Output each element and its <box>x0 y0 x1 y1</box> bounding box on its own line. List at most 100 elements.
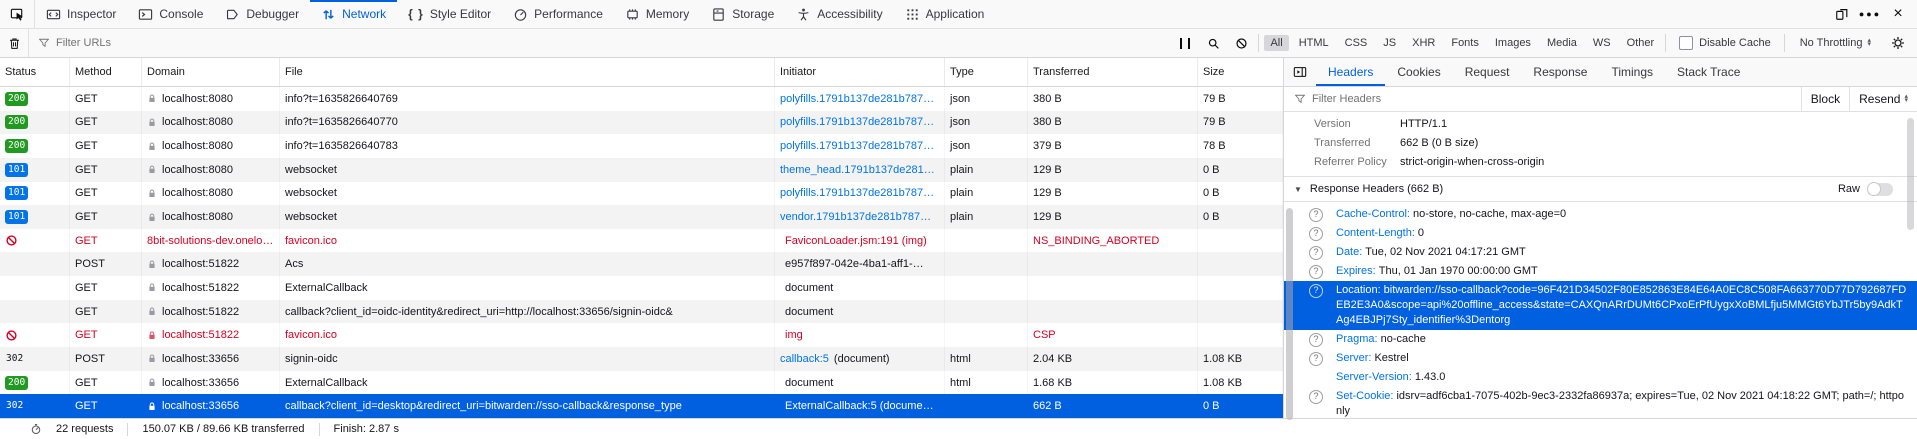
tab-accessibility[interactable]: Accessibility <box>785 0 893 28</box>
table-row[interactable]: 200 GET localhost:8080 info?t=1635826640… <box>0 134 1283 158</box>
tab-cookies[interactable]: Cookies <box>1385 58 1452 86</box>
cell-domain: 8bit-solutions-dev.onelogin… <box>142 229 280 253</box>
response-header-row[interactable]: ? Content-Length:0 <box>1284 224 1917 243</box>
tab-application[interactable]: Application <box>894 0 996 28</box>
table-row[interactable]: 200 GET localhost:8080 info?t=1635826640… <box>0 87 1283 111</box>
filter-pill-other[interactable]: Other <box>1621 35 1661 51</box>
cell-initiator: FaviconLoader.jsm:191 (img) <box>775 229 945 253</box>
tab-request[interactable]: Request <box>1453 58 1522 86</box>
filter-headers-placeholder[interactable]: Filter Headers <box>1312 93 1381 105</box>
debugger-icon <box>225 7 240 22</box>
help-icon[interactable]: ? <box>1309 246 1323 260</box>
initiator-link[interactable]: polyfills.1791b137de281b787… <box>780 116 934 128</box>
tab-console[interactable]: Console <box>127 0 214 28</box>
disable-cache-checkbox[interactable]: Disable Cache <box>1669 36 1781 50</box>
scrollbar-thumb[interactable] <box>1286 208 1293 420</box>
table-row[interactable]: 101 GET localhost:8080 websocket theme_h… <box>0 158 1283 182</box>
help-icon[interactable]: ? <box>1309 227 1323 241</box>
filter-pill-fonts[interactable]: Fonts <box>1445 35 1485 51</box>
sidebar-toggle-icon[interactable] <box>1284 58 1316 86</box>
table-row[interactable]: 302 POST localhost:33656 signin-oidc cal… <box>0 347 1283 371</box>
meatball-menu-icon[interactable]: ●●● <box>1857 1 1883 27</box>
response-header-row[interactable]: ? Server:Kestrel <box>1284 349 1917 368</box>
tab-style-editor[interactable]: { } Style Editor <box>397 0 502 28</box>
table-row[interactable]: 302 GET localhost:33656 callback?client_… <box>0 394 1283 418</box>
scrollbar-thumb[interactable] <box>1907 118 1914 230</box>
table-row[interactable]: GET localhost:51822 favicon.ico img CSP <box>0 323 1283 347</box>
initiator-link[interactable]: polyfills.1791b137de281b787… <box>780 140 934 152</box>
response-header-row[interactable]: ? Date:Tue, 02 Nov 2021 04:17:21 GMT <box>1284 243 1917 262</box>
filter-pill-js[interactable]: JS <box>1377 35 1402 51</box>
cell-size <box>1198 323 1283 347</box>
clear-requests-button[interactable] <box>0 31 28 55</box>
lock-icon <box>147 141 157 152</box>
table-row[interactable]: 200 GET localhost:33656 ExternalCallback… <box>0 371 1283 395</box>
tab-inspector[interactable]: Inspector <box>35 0 127 28</box>
tab-response[interactable]: Response <box>1521 58 1599 86</box>
filter-pill-css[interactable]: CSS <box>1339 35 1374 51</box>
initiator-link[interactable]: theme_head.1791b137de281… <box>780 164 935 176</box>
column-header-method[interactable]: Method <box>70 58 142 86</box>
filter-urls-input[interactable]: Filter URLs <box>29 37 1171 49</box>
table-row[interactable]: 101 GET localhost:8080 websocket vendor.… <box>0 205 1283 229</box>
tab-stack-trace[interactable]: Stack Trace <box>1665 58 1752 86</box>
search-button[interactable] <box>1199 31 1227 55</box>
response-header-row[interactable]: ? Expires:Thu, 01 Jan 1970 00:00:00 GMT <box>1284 262 1917 281</box>
help-icon[interactable]: ? <box>1309 352 1323 366</box>
column-header-size[interactable]: Size <box>1198 58 1283 86</box>
initiator-link[interactable]: polyfills.1791b137de281b787… <box>780 187 934 199</box>
transferred-label: 380 B <box>1033 116 1062 128</box>
column-header-initiator[interactable]: Initiator <box>775 58 945 86</box>
response-header-row[interactable]: ? Server-Version:1.43.0 <box>1284 368 1917 387</box>
help-icon[interactable]: ? <box>1309 333 1323 347</box>
table-row[interactable]: 200 GET localhost:8080 info?t=1635826640… <box>0 111 1283 135</box>
filter-pill-xhr[interactable]: XHR <box>1406 35 1441 51</box>
filter-pill-all[interactable]: All <box>1264 35 1288 51</box>
table-row[interactable]: GET 8bit-solutions-dev.onelogin… favicon… <box>0 229 1283 253</box>
help-icon[interactable]: ? <box>1309 390 1323 404</box>
initiator-link[interactable]: polyfills.1791b137de281b787… <box>780 93 934 105</box>
initiator-link[interactable]: callback:5 <box>780 353 829 365</box>
column-header-file[interactable]: File <box>280 58 775 86</box>
table-row[interactable]: GET localhost:51822 callback?client_id=o… <box>0 300 1283 324</box>
filter-pill-images[interactable]: Images <box>1489 35 1537 51</box>
tab-headers[interactable]: Headers <box>1316 58 1385 86</box>
filter-pill-ws[interactable]: WS <box>1587 35 1617 51</box>
block-button[interactable]: Block <box>1801 87 1849 111</box>
filter-pill-media[interactable]: Media <box>1541 35 1583 51</box>
block-requests-button[interactable] <box>1227 31 1255 55</box>
tab-debugger[interactable]: Debugger <box>214 0 310 28</box>
throttling-dropdown[interactable]: No Throttling ▴▾ <box>1788 37 1883 49</box>
raw-toggle[interactable]: Raw <box>1838 183 1907 196</box>
help-icon[interactable]: ? <box>1309 284 1323 298</box>
column-header-status[interactable]: Status <box>0 58 70 86</box>
element-picker-button[interactable] <box>0 0 35 28</box>
resend-button[interactable]: Resend ▴▾ <box>1849 87 1917 111</box>
column-header-type[interactable]: Type <box>945 58 1028 86</box>
pause-button[interactable] <box>1171 31 1199 55</box>
tab-storage[interactable]: Storage <box>700 0 785 28</box>
help-icon[interactable]: ? <box>1309 208 1323 222</box>
tab-network[interactable]: Network <box>310 0 397 28</box>
column-header-transferred[interactable]: Transferred <box>1028 58 1198 86</box>
tab-memory[interactable]: Memory <box>614 0 700 28</box>
response-header-row[interactable]: ? Pragma:no-cache <box>1284 330 1917 349</box>
close-icon[interactable]: × <box>1885 1 1911 27</box>
table-row[interactable]: GET localhost:51822 ExternalCallback doc… <box>0 276 1283 300</box>
table-row[interactable]: POST localhost:51822 Acs e957f897-042e-4… <box>0 252 1283 276</box>
initiator-link[interactable]: vendor.1791b137de281b787… <box>780 211 931 223</box>
response-header-row[interactable]: ? Set-Cookie:idsrv=adf6cba1-7075-402b-9e… <box>1284 387 1917 418</box>
tab-performance[interactable]: Performance <box>502 0 614 28</box>
table-row[interactable]: 101 GET localhost:8080 websocket polyfil… <box>0 182 1283 206</box>
tab-timings[interactable]: Timings <box>1599 58 1665 86</box>
response-headers-section[interactable]: ▼ Response Headers (662 B) Raw <box>1284 176 1917 202</box>
response-header-row[interactable]: ? Location:bitwarden://sso-callback?code… <box>1284 281 1917 330</box>
responsive-mode-icon[interactable] <box>1829 1 1855 27</box>
help-icon[interactable]: ? <box>1309 265 1323 279</box>
network-settings-button[interactable] <box>1883 31 1913 55</box>
cell-method: GET <box>70 87 142 111</box>
stopwatch-icon[interactable] <box>30 423 42 435</box>
column-header-domain[interactable]: Domain <box>142 58 280 86</box>
filter-pill-html[interactable]: HTML <box>1293 35 1335 51</box>
response-header-row[interactable]: ? Cache-Control:no-store, no-cache, max-… <box>1284 205 1917 224</box>
